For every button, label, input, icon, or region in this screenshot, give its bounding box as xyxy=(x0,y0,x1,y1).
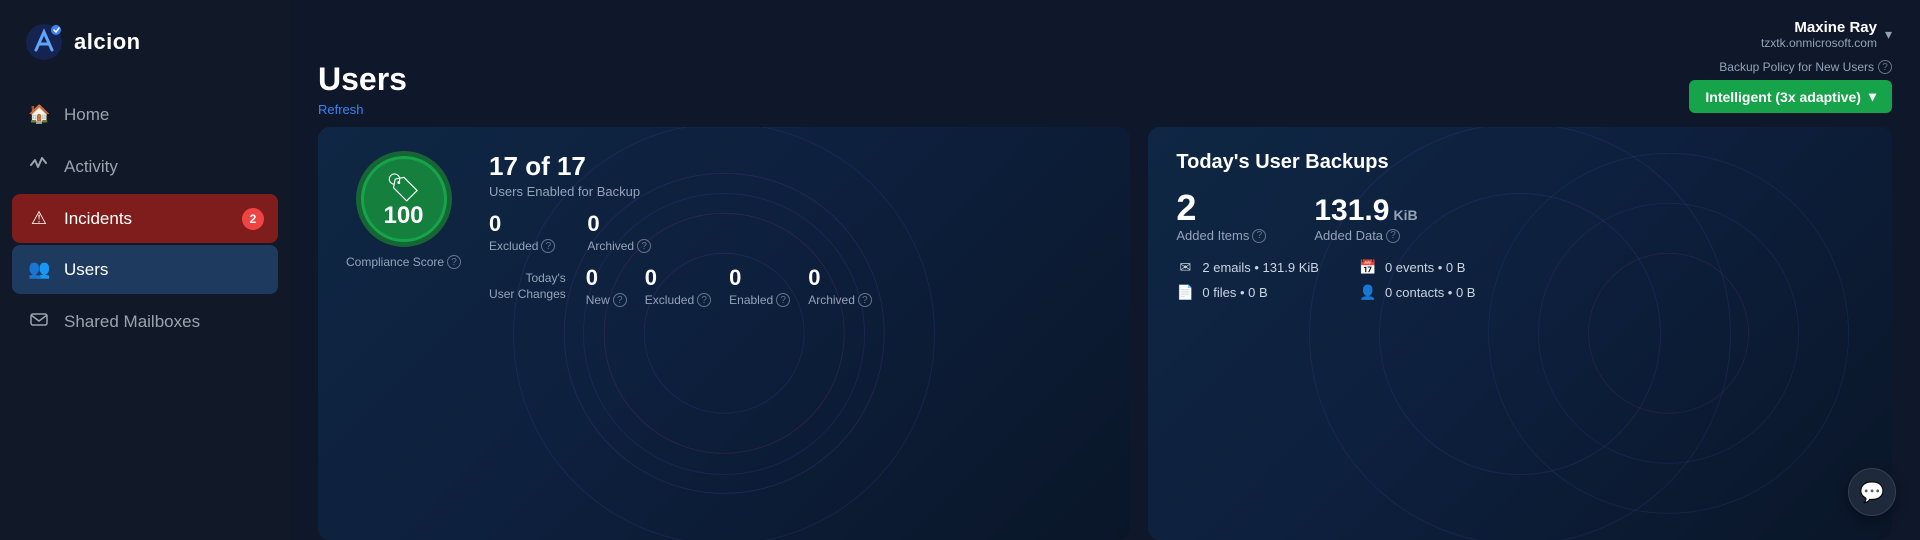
archived2-stat: 0 Archived ? xyxy=(808,265,872,307)
backups-card: Today's User Backups 2 Added Items ? 131… xyxy=(1148,127,1892,540)
user-name: Maxine Ray xyxy=(1761,19,1877,36)
backup-policy-button[interactable]: Intelligent (3x adaptive) ▾ xyxy=(1689,80,1892,113)
user-changes-section: Today'sUser Changes 0 New ? 0 xyxy=(489,265,1102,307)
backups-card-inner: Today's User Backups 2 Added Items ? 131… xyxy=(1176,151,1864,301)
compliance-score-label: Compliance Score ? xyxy=(346,255,461,269)
score-value: 100 xyxy=(383,204,423,228)
refresh-link[interactable]: Refresh xyxy=(318,102,407,117)
contact-icon: 👤 xyxy=(1359,284,1377,301)
users-enabled-count: 17 of 17 xyxy=(489,151,1102,182)
logo-text: alcion xyxy=(74,29,141,55)
cards-area: 🏷 100 Compliance Score ? 17 of 17 U xyxy=(290,127,1920,540)
detail-contacts: 👤 0 contacts • 0 B xyxy=(1359,284,1476,301)
archived2-info-icon[interactable]: ? xyxy=(858,293,872,307)
page-title: Users xyxy=(318,60,407,98)
detail-events: 📅 0 events • 0 B xyxy=(1359,259,1476,276)
added-data-value: 131.9 xyxy=(1314,196,1389,226)
enabled-info-icon[interactable]: ? xyxy=(776,293,790,307)
logo-area[interactable]: alcion xyxy=(0,0,290,90)
stats-section: 17 of 17 Users Enabled for Backup 0 Excl… xyxy=(489,151,1102,307)
compliance-info-icon[interactable]: ? xyxy=(447,255,461,269)
sidebar-item-users[interactable]: 👥 Users xyxy=(12,245,278,294)
users-icon: 👥 xyxy=(28,259,50,280)
sidebar: alcion 🏠 Home Activity ⚠ Incidents 2 👥 U… xyxy=(0,0,290,540)
excluded-archived-row: 0 Excluded ? 0 Archived ? xyxy=(489,211,1102,253)
archived-label: Archived ? xyxy=(587,239,651,253)
detail-files: 📄 0 files • 0 B xyxy=(1176,284,1319,301)
excluded-num: 0 xyxy=(489,211,555,237)
excluded-label: Excluded ? xyxy=(489,239,555,253)
sidebar-item-activity-label: Activity xyxy=(64,157,118,177)
users-enabled: 17 of 17 Users Enabled for Backup xyxy=(489,151,1102,199)
excluded2-stat: 0 Excluded ? xyxy=(645,265,711,307)
ribbon-icon: 🏷 xyxy=(386,171,422,204)
detail-rows: ✉ 2 emails • 131.9 KiB 📄 0 files • 0 B 📅… xyxy=(1176,259,1864,301)
compliance-score-section: 🏷 100 Compliance Score ? xyxy=(346,151,461,269)
added-data-info-icon[interactable]: ? xyxy=(1386,229,1400,243)
added-items-info-icon[interactable]: ? xyxy=(1252,229,1266,243)
compliance-card: 🏷 100 Compliance Score ? 17 of 17 U xyxy=(318,127,1130,540)
main-content: Maxine Ray tzxtk.onmicrosoft.com ▾ Users… xyxy=(290,0,1920,540)
users-enabled-label: Users Enabled for Backup xyxy=(489,184,1102,199)
file-icon: 📄 xyxy=(1176,284,1194,301)
incidents-icon: ⚠ xyxy=(28,208,50,229)
today-big-stats-row: 2 Added Items ? 131.9 KiB Added Data xyxy=(1176,190,1864,243)
shared-mailboxes-icon xyxy=(28,310,50,333)
excluded-stat: 0 Excluded ? xyxy=(489,211,555,253)
excluded2-info-icon[interactable]: ? xyxy=(697,293,711,307)
enabled-label: Enabled ? xyxy=(729,293,790,307)
user-menu[interactable]: Maxine Ray tzxtk.onmicrosoft.com ▾ xyxy=(1761,19,1892,50)
changes-label: Today'sUser Changes xyxy=(489,270,566,304)
sidebar-item-incidents-label: Incidents xyxy=(64,209,132,229)
new-stat: 0 New ? xyxy=(586,265,627,307)
archived2-label: Archived ? xyxy=(808,293,872,307)
activity-icon xyxy=(28,155,50,178)
alcion-logo-icon xyxy=(24,22,64,62)
detail-col-right: 📅 0 events • 0 B 👤 0 contacts • 0 B xyxy=(1359,259,1476,301)
sidebar-item-incidents[interactable]: ⚠ Incidents 2 xyxy=(12,194,278,243)
header-bar: Maxine Ray tzxtk.onmicrosoft.com ▾ xyxy=(290,0,1920,60)
sidebar-item-home-label: Home xyxy=(64,105,109,125)
archived-stat: 0 Archived ? xyxy=(587,211,651,253)
changes-stats: 0 New ? 0 Excluded ? xyxy=(586,265,872,307)
page-header: Users Refresh Backup Policy for New User… xyxy=(290,60,1920,127)
chat-icon: 💬 xyxy=(1860,480,1885,505)
added-items-section: 2 Added Items ? xyxy=(1176,190,1266,243)
added-data-unit: KiB xyxy=(1393,207,1417,223)
sidebar-navigation: 🏠 Home Activity ⚠ Incidents 2 👥 Users xyxy=(0,90,290,347)
new-label: New ? xyxy=(586,293,627,307)
added-items-num: 2 xyxy=(1176,190,1266,226)
score-circle: 🏷 100 xyxy=(356,151,452,247)
excluded2-label: Excluded ? xyxy=(645,293,711,307)
added-data-section: 131.9 KiB Added Data ? xyxy=(1314,196,1417,243)
detail-col-left: ✉ 2 emails • 131.9 KiB 📄 0 files • 0 B xyxy=(1176,259,1319,301)
sidebar-item-activity[interactable]: Activity xyxy=(12,141,278,192)
chat-button[interactable]: 💬 xyxy=(1848,468,1896,516)
sidebar-item-home[interactable]: 🏠 Home xyxy=(12,90,278,139)
user-email: tzxtk.onmicrosoft.com xyxy=(1761,36,1877,50)
backup-policy-info-icon[interactable]: ? xyxy=(1878,60,1892,74)
chevron-down-icon: ▾ xyxy=(1885,26,1892,43)
added-items-label: Added Items ? xyxy=(1176,228,1266,243)
new-info-icon[interactable]: ? xyxy=(613,293,627,307)
email-icon: ✉ xyxy=(1176,259,1194,276)
backup-policy-label: Backup Policy for New Users ? xyxy=(1719,60,1892,74)
sidebar-item-users-label: Users xyxy=(64,260,108,280)
detail-emails: ✉ 2 emails • 131.9 KiB xyxy=(1176,259,1319,276)
chevron-down-icon: ▾ xyxy=(1869,88,1876,105)
backup-policy-area: Backup Policy for New Users ? Intelligen… xyxy=(1689,60,1892,113)
incidents-badge: 2 xyxy=(242,208,264,230)
sidebar-item-shared-mailboxes[interactable]: Shared Mailboxes xyxy=(12,296,278,347)
added-data-label: Added Data ? xyxy=(1314,228,1417,243)
archived-num: 0 xyxy=(587,211,651,237)
calendar-icon: 📅 xyxy=(1359,259,1377,276)
sidebar-item-shared-mailboxes-label: Shared Mailboxes xyxy=(64,312,200,332)
excluded-info-icon[interactable]: ? xyxy=(541,239,555,253)
today-backups-title: Today's User Backups xyxy=(1176,151,1864,174)
home-icon: 🏠 xyxy=(28,104,50,125)
enabled-stat: 0 Enabled ? xyxy=(729,265,790,307)
archived-info-icon[interactable]: ? xyxy=(637,239,651,253)
